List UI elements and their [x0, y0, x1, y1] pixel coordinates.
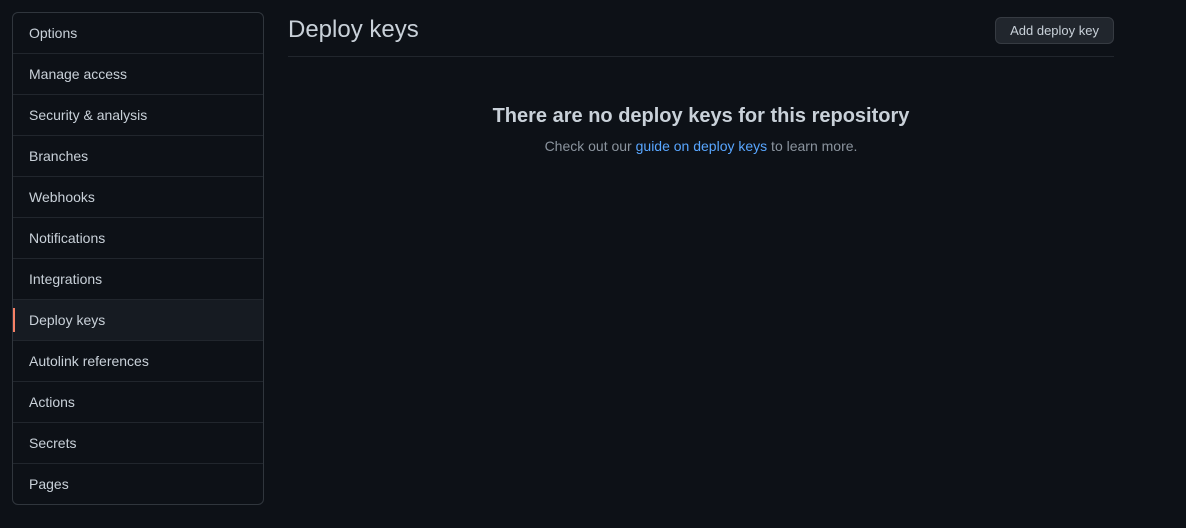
sidebar-item-webhooks[interactable]: Webhooks [13, 177, 263, 218]
sidebar-item-label: Webhooks [29, 189, 95, 205]
sidebar-item-label: Options [29, 25, 77, 41]
empty-text-prefix: Check out our [545, 138, 636, 154]
sidebar-item-security-analysis[interactable]: Security & analysis [13, 95, 263, 136]
sidebar-item-label: Deploy keys [29, 312, 105, 328]
sidebar-item-label: Secrets [29, 435, 76, 451]
sidebar-item-label: Actions [29, 394, 75, 410]
sidebar-item-manage-access[interactable]: Manage access [13, 54, 263, 95]
sidebar-item-secrets[interactable]: Secrets [13, 423, 263, 464]
page-header: Deploy keys Add deploy key [288, 16, 1114, 57]
sidebar-item-branches[interactable]: Branches [13, 136, 263, 177]
sidebar-item-label: Autolink references [29, 353, 149, 369]
empty-state-heading: There are no deploy keys for this reposi… [288, 105, 1114, 128]
sidebar-item-autolink-references[interactable]: Autolink references [13, 341, 263, 382]
sidebar-item-label: Pages [29, 476, 69, 492]
sidebar-item-actions[interactable]: Actions [13, 382, 263, 423]
sidebar-item-label: Manage access [29, 66, 127, 82]
sidebar-item-pages[interactable]: Pages [13, 464, 263, 504]
sidebar-item-notifications[interactable]: Notifications [13, 218, 263, 259]
sidebar-item-options[interactable]: Options [13, 13, 263, 54]
sidebar-item-label: Security & analysis [29, 107, 147, 123]
sidebar-item-label: Notifications [29, 230, 105, 246]
deploy-keys-guide-link[interactable]: guide on deploy keys [636, 138, 768, 154]
sidebar-item-label: Integrations [29, 271, 102, 287]
add-deploy-key-button[interactable]: Add deploy key [995, 17, 1114, 44]
empty-state: There are no deploy keys for this reposi… [288, 57, 1114, 154]
page-title: Deploy keys [288, 16, 419, 44]
settings-sidebar: Options Manage access Security & analysi… [12, 12, 264, 505]
sidebar-item-label: Branches [29, 148, 88, 164]
sidebar-item-integrations[interactable]: Integrations [13, 259, 263, 300]
empty-state-text: Check out our guide on deploy keys to le… [288, 138, 1114, 154]
empty-text-suffix: to learn more. [767, 138, 857, 154]
sidebar-item-deploy-keys[interactable]: Deploy keys [13, 300, 263, 341]
main-content: Deploy keys Add deploy key There are no … [288, 12, 1174, 505]
